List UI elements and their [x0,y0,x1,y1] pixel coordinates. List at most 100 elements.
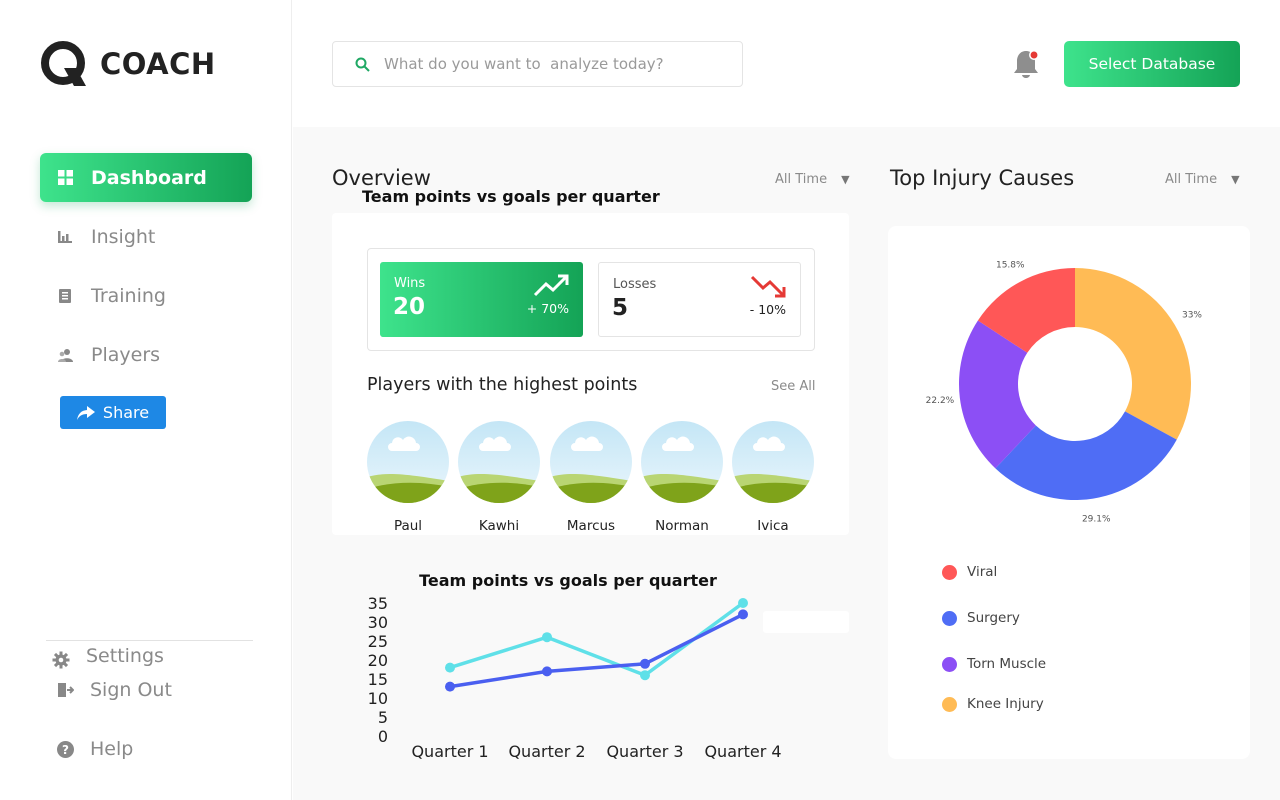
users-icon [57,347,73,363]
y-tick-label: 25 [368,632,388,651]
sidebar-item-label: Dashboard [91,166,207,189]
caret-down-icon: ▼ [1231,173,1240,186]
players-title: Players with the highest points [367,375,638,395]
legend-label: Knee Injury [967,696,1044,712]
help-icon: ? [57,740,74,758]
player-card[interactable]: Kawhi [457,421,541,534]
share-button[interactable]: Share [60,396,166,429]
y-tick-label: 15 [368,670,388,689]
series-line-1 [449,601,745,678]
sidebar-item-label: Insight [91,225,156,248]
svg-text:?: ? [62,742,69,756]
gear-icon [52,651,70,669]
sidebar-item-label: Training [91,284,166,307]
player-card[interactable]: Marcus [549,421,633,534]
slice-label: 29.1% [1082,514,1111,524]
legend-label: Torn Muscle [967,656,1047,672]
legend-label: Surgery [967,610,1020,626]
sign-out-link[interactable]: Sign Out [58,679,172,701]
help-label: Help [90,738,134,760]
series-point [445,662,455,673]
overview-subtitle: Team points vs goals per quarter [362,187,660,206]
landscape-placeholder-icon [550,421,632,503]
see-all-link[interactable]: See All [771,379,816,394]
y-tick-label: 20 [368,651,388,670]
settings-link[interactable]: Settings [52,643,164,669]
landscape-placeholder-icon [367,421,449,503]
sign-out-icon [58,683,74,697]
player-name: Paul [393,518,423,534]
chart-title: Team points vs goals per quarter [419,571,717,590]
losses-card[interactable]: Losses 5 - 10% [598,262,801,337]
wins-value: 20 [393,294,426,320]
landscape-placeholder-icon [732,421,814,503]
landscape-placeholder-icon [458,421,540,503]
logo-icon [41,41,86,86]
injury-time-filter[interactable]: All Time ▼ [1165,172,1240,187]
sidebar-item-insight[interactable]: Insight [40,212,252,261]
sidebar-item-players[interactable]: Players [40,330,252,379]
losses-value: 5 [612,295,629,321]
sidebar: COACH Dashboard Insight Training Players… [0,0,292,800]
notification-button[interactable] [1012,48,1040,80]
share-label: Share [102,403,150,422]
share-arrow-icon [76,405,95,420]
player-card[interactable]: Norman [640,421,724,534]
series-point [445,681,455,692]
sidebar-item-training[interactable]: Training [40,271,252,320]
y-tick-label: 35 [368,594,388,613]
player-card[interactable]: Ivica [731,421,815,534]
series-point [640,670,650,681]
legend-item-torn-muscle: Torn Muscle [942,656,1046,672]
search-bar[interactable] [332,41,743,87]
search-icon [355,57,370,72]
player-card[interactable]: Paul [366,421,450,534]
landscape-placeholder-icon [641,421,723,503]
y-tick-label: 5 [378,708,388,727]
slice-label: 33% [1182,311,1202,321]
legend-dot [942,610,957,626]
bell-icon [1014,50,1039,78]
sidebar-item-dashboard[interactable]: Dashboard [40,153,252,202]
filter-label: All Time [1165,172,1218,187]
sidebar-divider [46,640,253,641]
document-icon [57,288,73,304]
wins-card[interactable]: Wins 20 + 70% [380,262,583,337]
x-tick-label: Quarter 1 [411,742,488,761]
player-name: Kawhi [478,518,520,534]
legend-label: Viral [967,564,998,580]
team-points-line-chart: Team points vs goals per quarter 35302520… [368,571,849,761]
injury-donut-chart: 33% 29.1% 22.2% 15.8% [926,260,1203,524]
slice-knee-injury[interactable] [1075,268,1191,440]
search-input[interactable] [384,55,714,73]
avatar [367,421,449,503]
legend-item-surgery: Surgery [942,610,1020,626]
avatar [732,421,814,503]
brand-logo[interactable]: COACH [40,40,216,88]
help-link[interactable]: ? Help [57,738,133,760]
grid-icon [57,170,73,186]
player-name: Norman [655,518,709,534]
series-point [542,632,552,643]
player-name: Ivica [757,518,789,534]
chart-legend-box [763,611,849,633]
sidebar-item-label: Players [91,343,161,366]
wins-change: + 70% [526,301,569,316]
sign-out-label: Sign Out [90,679,172,701]
avatar [550,421,632,503]
losses-label: Losses [613,277,657,292]
caret-down-icon: ▼ [841,173,850,186]
slice-label: 22.2% [926,396,955,406]
series-point [542,666,552,677]
slice-label: 15.8% [996,260,1025,270]
series-line-2 [449,612,744,689]
series-point [640,658,650,669]
settings-label: Settings [86,645,164,667]
y-tick-label: 10 [368,689,388,708]
losses-change: - 10% [749,302,786,317]
overview-time-filter[interactable]: All Time ▼ [775,172,850,187]
legend-dot [942,656,957,672]
brand-name: COACH [100,47,216,81]
y-tick-label: 30 [368,613,388,632]
select-database-button[interactable]: Select Database [1064,41,1240,87]
